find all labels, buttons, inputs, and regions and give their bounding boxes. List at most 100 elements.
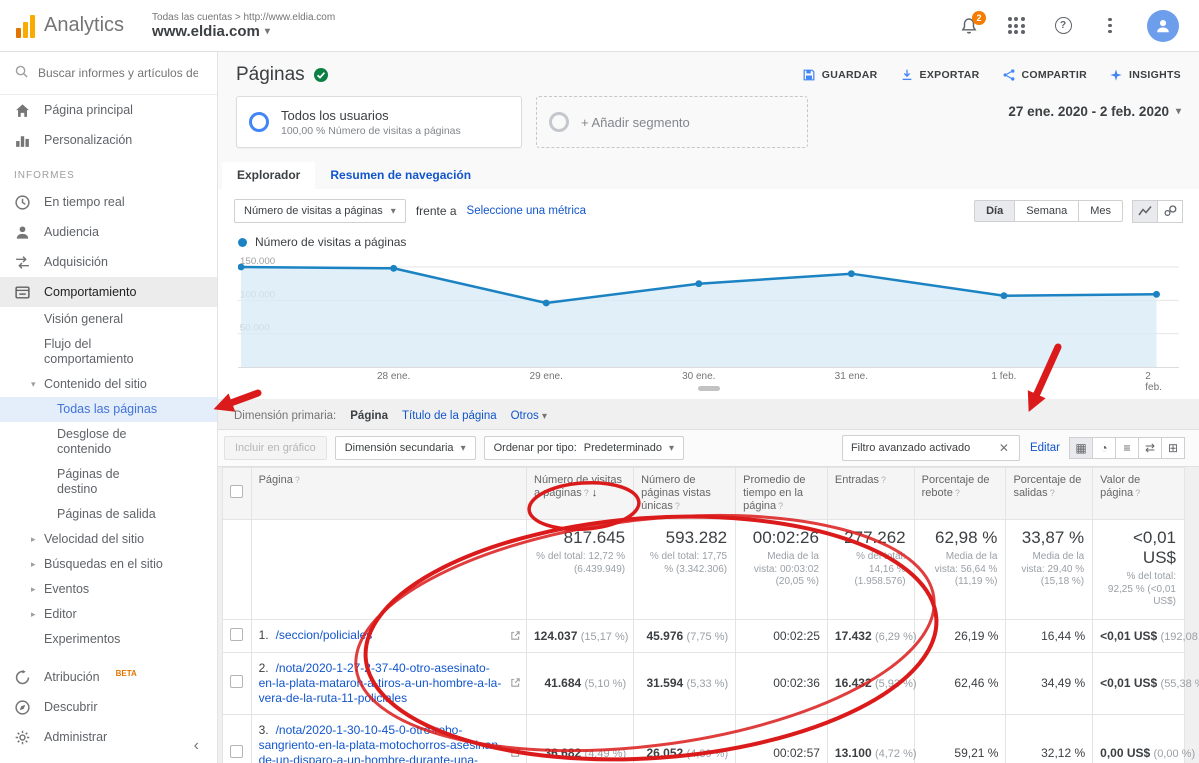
advanced-filter-chip[interactable]: Filtro avanzado activado ✕ [842, 435, 1020, 461]
summary-pageviews: 817.645% del total: 12,72 % (6.439.949) [527, 520, 634, 620]
dimension-page-title[interactable]: Título de la página [402, 410, 497, 422]
column-header-pageviews[interactable]: Número de visitas a páginas? ↓ [527, 468, 634, 520]
help-icon[interactable]: ? [1053, 16, 1073, 36]
analytics-logo-icon [16, 14, 35, 38]
external-link-icon[interactable] [510, 747, 521, 758]
page-link[interactable]: /nota/2020-1-30-10-45-0-otro-robo-sangri… [259, 723, 502, 763]
sidebar-item-behavior[interactable]: Comportamiento [0, 277, 217, 307]
breadcrumb[interactable]: Todas las cuentas > http://www.eldia.com [152, 12, 335, 23]
sidebar-item-audience[interactable]: Audiencia [0, 217, 217, 247]
granularity-week-button[interactable]: Semana [1014, 200, 1079, 222]
dimension-page[interactable]: Página [350, 410, 388, 422]
insights-button[interactable]: INSIGHTS [1109, 68, 1181, 82]
date-range-selector[interactable]: 27 ene. 2020 - 2 feb. 2020 ▾ [1008, 96, 1181, 119]
x-axis-label: 28 ene. [377, 371, 410, 382]
row-checkbox[interactable] [230, 628, 243, 641]
sidebar-item-discover[interactable]: Descubrir [0, 692, 217, 722]
gear-icon [14, 729, 31, 746]
clear-filter-icon[interactable]: ✕ [997, 441, 1011, 455]
comparison-view-icon[interactable]: ⇄ [1138, 437, 1162, 459]
more-options-icon[interactable] [1100, 16, 1120, 36]
export-button[interactable]: EXPORTAR [900, 68, 980, 82]
share-button[interactable]: COMPARTIR [1002, 68, 1088, 82]
sidebar-item-acquisition[interactable]: Adquisición [0, 247, 217, 277]
sidebar-item-realtime[interactable]: En tiempo real [0, 187, 217, 217]
external-link-icon[interactable] [510, 630, 521, 641]
account-selector[interactable]: www.eldia.com ▾ [152, 23, 335, 40]
sidebar-item-site-search[interactable]: ▸ Búsquedas en el sitio [0, 552, 217, 577]
sidebar-item-events[interactable]: ▸ Eventos [0, 577, 217, 602]
tab-explorer[interactable]: Explorador [222, 162, 315, 189]
percentage-view-icon[interactable]: ◔ [1092, 437, 1116, 459]
edit-filter-link[interactable]: Editar [1030, 442, 1060, 454]
sidebar-item-publisher[interactable]: ▸ Editor [0, 602, 217, 627]
page-link[interactable]: /seccion/policiales [276, 628, 373, 642]
sidebar-item-label: Experimentos [44, 632, 120, 647]
sort-type-button[interactable]: Ordenar por tipo: Predeterminado ▾ [484, 436, 684, 460]
chart-data-point[interactable] [1000, 292, 1007, 299]
chart-data-point[interactable] [1153, 291, 1160, 298]
chart-data-point[interactable] [543, 300, 550, 307]
sidebar-item-attribution[interactable]: Atribución BETA [0, 662, 217, 692]
sidebar-item-content-drilldown[interactable]: Desglose de contenido [0, 422, 217, 462]
search-input[interactable] [38, 66, 198, 80]
sidebar-item-customization[interactable]: Personalización [0, 125, 217, 155]
motion-chart-button[interactable] [1157, 200, 1183, 223]
plot-rows-button[interactable]: Incluir en gráfico [224, 436, 327, 460]
row-checkbox[interactable] [230, 745, 243, 758]
granularity-day-button[interactable]: Día [974, 200, 1015, 222]
table-view-icon[interactable]: ▦ [1069, 437, 1093, 459]
trend-chart[interactable]: 150.000100.00050.000 28 ene.29 ene.30 en… [238, 255, 1179, 393]
chart-data-point[interactable] [390, 265, 397, 272]
sidebar-item-site-content[interactable]: ▾ Contenido del sitio [0, 372, 217, 397]
column-header-avg-time[interactable]: Promedio de tiempo en la página? [736, 468, 828, 520]
sidebar-item-exit-pages[interactable]: Páginas de salida [0, 502, 217, 527]
sidebar-search[interactable] [0, 52, 217, 95]
line-chart-button[interactable] [1132, 200, 1158, 223]
sidebar-item-experiments[interactable]: Experimentos [0, 627, 217, 652]
sidebar-item-admin[interactable]: Administrar [0, 722, 217, 752]
column-header-page-value[interactable]: Valor de página? [1093, 468, 1185, 520]
page-link[interactable]: /nota/2020-1-27-2-37-40-otro-asesinato-e… [259, 661, 502, 705]
granularity-month-button[interactable]: Mes [1078, 200, 1123, 222]
select-all-checkbox[interactable] [230, 485, 243, 498]
segment-all-users[interactable]: Todos los usuarios 100,00 % Número de vi… [236, 96, 522, 148]
column-header-entrances[interactable]: Entradas? [827, 468, 914, 520]
analytics-logo[interactable]: Analytics [0, 14, 136, 38]
sidebar-item-home[interactable]: Página principal [0, 95, 217, 125]
sidebar-item-overview[interactable]: Visión general [0, 307, 217, 332]
column-header-exit-rate[interactable]: Porcentaje de salidas? [1006, 468, 1093, 520]
cell-entrances: 16.432 (5,93 %) [827, 652, 914, 714]
sidebar-collapse-icon[interactable]: ‹ [194, 737, 199, 755]
add-segment-button[interactable]: + Añadir segmento [536, 96, 808, 148]
save-button[interactable]: GUARDAR [802, 68, 878, 82]
tab-navigation-summary[interactable]: Resumen de navegación [315, 162, 486, 189]
avatar[interactable] [1147, 10, 1179, 42]
secondary-dimension-button[interactable]: Dimensión secundaria ▾ [335, 436, 476, 460]
column-header-page[interactable]: Página? [251, 468, 526, 520]
sidebar-item-landing-pages[interactable]: Páginas de destino [0, 462, 217, 502]
cell-pageviews: 124.037 (15,17 %) [527, 619, 634, 652]
person-icon [14, 224, 31, 241]
select-metric-link[interactable]: Seleccione una métrica [467, 205, 587, 217]
row-checkbox[interactable] [230, 675, 243, 688]
cell-exit-rate: 16,44 % [1006, 619, 1093, 652]
scrubber-handle[interactable] [698, 386, 720, 391]
dimension-others[interactable]: Otros ▾ [511, 410, 547, 422]
column-header-unique-pageviews[interactable]: Número de páginas vistas únicas? [634, 468, 736, 520]
sidebar-item-behavior-flow[interactable]: Flujo del comportamiento [0, 332, 217, 372]
sidebar-item-label: Búsquedas en el sitio [44, 557, 163, 572]
notifications-bell-icon[interactable]: 2 [959, 16, 979, 36]
column-header-bounce-rate[interactable]: Porcentaje de rebote? [914, 468, 1006, 520]
x-axis-label: 29 ene. [530, 371, 563, 382]
metric-selector[interactable]: Número de visitas a páginas ▾ [234, 199, 406, 223]
external-link-icon[interactable] [510, 677, 521, 688]
performance-view-icon[interactable]: ≡ [1115, 437, 1139, 459]
sidebar-item-label: Páginas de salida [57, 507, 156, 522]
apps-grid-icon[interactable] [1006, 16, 1026, 36]
sidebar-item-all-pages[interactable]: Todas las páginas [0, 397, 217, 422]
pivot-view-icon[interactable]: ⊞ [1161, 437, 1185, 459]
sidebar-item-site-speed[interactable]: ▸ Velocidad del sitio [0, 527, 217, 552]
chart-data-point[interactable] [695, 280, 702, 287]
chart-data-point[interactable] [848, 270, 855, 277]
